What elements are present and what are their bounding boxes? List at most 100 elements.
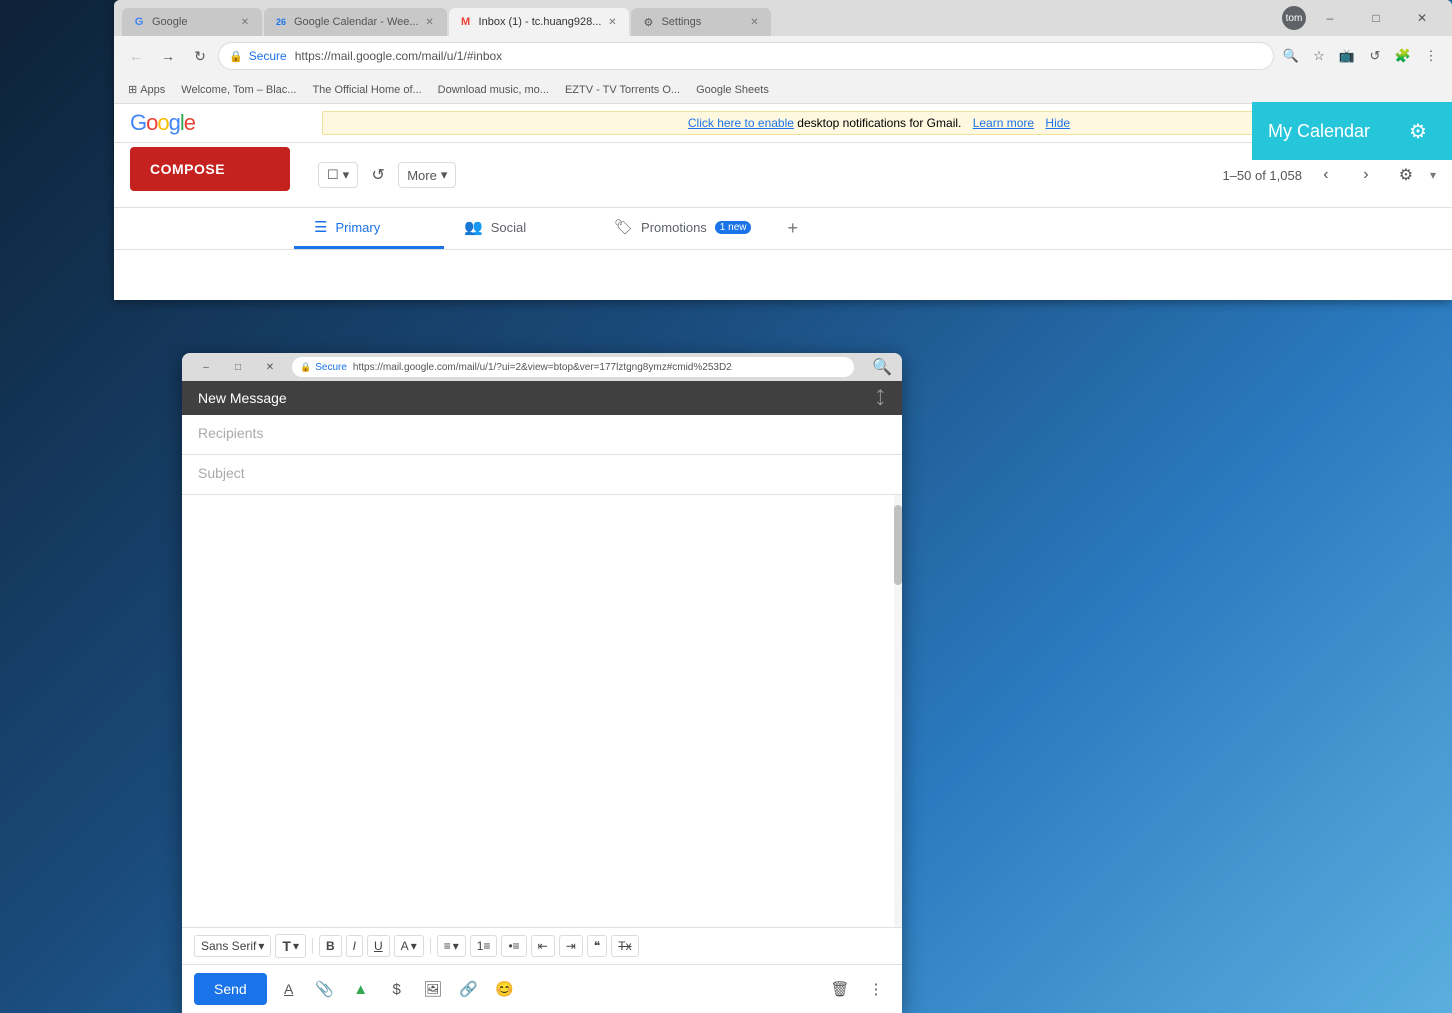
social-tab-label: Social — [491, 220, 526, 235]
email-count: 1–50 of 1,058 — [1222, 168, 1302, 183]
italic-icon: I — [353, 939, 356, 953]
more-options-icon: ⋮ — [869, 980, 884, 998]
bold-button[interactable]: B — [319, 935, 342, 957]
window-close-button[interactable]: ✕ — [1400, 4, 1444, 32]
next-page-button[interactable]: › — [1350, 159, 1382, 191]
forward-button[interactable]: → — [154, 42, 182, 70]
trash-button[interactable]: 🗑 — [826, 975, 854, 1003]
bookmark-download[interactable]: Download music, mo... — [432, 82, 555, 98]
popup-close-button[interactable]: ✕ — [256, 357, 284, 377]
notification-hide-link[interactable]: Hide — [1045, 116, 1070, 130]
settings-dropdown-icon[interactable]: ▾ — [1430, 168, 1436, 182]
bookmark-apps-label: Apps — [140, 84, 165, 96]
logo-g2: g — [169, 110, 180, 135]
money-button[interactable]: $ — [383, 975, 411, 1003]
bookmark-official[interactable]: The Official Home of... — [306, 82, 427, 98]
window-minimize-button[interactable]: – — [1308, 4, 1352, 32]
tab-gmail[interactable]: M Inbox (1) - tc.huang928... ✕ — [449, 8, 630, 36]
tab-google[interactable]: G Google ✕ — [122, 8, 262, 36]
subject-field[interactable]: Subject — [182, 455, 902, 495]
link-icon: 🔗 — [459, 980, 478, 998]
notification-enable-link[interactable]: Click here to enable — [688, 116, 794, 130]
remove-format-icon: Tx — [618, 939, 631, 953]
tab-settings-close[interactable]: ✕ — [747, 15, 761, 29]
format-underline-button[interactable]: A — [275, 975, 303, 1003]
bookmark-apps[interactable]: ⊞ Apps — [122, 81, 171, 98]
drive-button[interactable]: ▲ — [347, 975, 375, 1003]
refresh-button[interactable]: ↺ — [362, 159, 394, 191]
tab-promotions[interactable]: 🏷 Promotions 1 new — [594, 208, 771, 249]
gmail-logo-area: Google — [130, 110, 310, 136]
toolbar-controls: ☐ ▾ ↺ More ▾ — [318, 159, 456, 191]
attach-file-button[interactable]: 📎 — [311, 975, 339, 1003]
popup-secure-icon: 🔒 — [300, 362, 311, 373]
bookmark-welcome[interactable]: Welcome, Tom – Blac... — [175, 82, 302, 98]
bookmark-download-label: Download music, mo... — [438, 84, 549, 96]
compose-scrollbar[interactable] — [894, 495, 902, 927]
indent-less-button[interactable]: ⇤ — [531, 935, 555, 957]
promotions-new-badge: 1 new — [715, 221, 752, 234]
tab-calendar-close[interactable]: ✕ — [423, 15, 437, 29]
photo-button[interactable]: 🖼 — [419, 975, 447, 1003]
send-button[interactable]: Send — [194, 973, 267, 1005]
more-button[interactable]: More ▾ — [398, 162, 456, 188]
address-url: https://mail.google.com/mail/u/1/#inbox — [295, 49, 502, 63]
history-icon[interactable]: ↺ — [1362, 43, 1388, 69]
emoji-button[interactable]: 😊 — [491, 975, 519, 1003]
back-button[interactable]: ← — [122, 42, 150, 70]
tab-settings[interactable]: ⚙ Settings ✕ — [631, 8, 771, 36]
previous-page-button[interactable]: ‹ — [1310, 159, 1342, 191]
numbered-list-button[interactable]: 1≡ — [470, 935, 498, 957]
compose-minimize-button[interactable]: ⤡ — [869, 387, 891, 409]
tab-calendar[interactable]: 26 Google Calendar - Wee... ✕ — [264, 8, 447, 36]
indent-less-icon: ⇤ — [538, 939, 548, 953]
reload-button[interactable]: ↻ — [186, 42, 214, 70]
settings-button[interactable]: ⚙ — [1390, 159, 1422, 191]
font-family-selector[interactable]: Sans Serif ▾ — [194, 935, 271, 957]
remove-format-button[interactable]: Tx — [611, 935, 638, 957]
tab-settings-title: Settings — [661, 16, 743, 28]
blockquote-button[interactable]: ❝ — [587, 935, 607, 957]
calendar-settings-button[interactable]: ⚙ — [1400, 113, 1436, 149]
add-tab-button[interactable]: + — [771, 208, 814, 249]
window-maximize-button[interactable]: □ — [1354, 4, 1398, 32]
popup-maximize-button[interactable]: □ — [224, 357, 252, 377]
bookmark-eztv[interactable]: EZTV - TV Torrents O... — [559, 82, 686, 98]
tab-google-close[interactable]: ✕ — [238, 15, 252, 29]
cast-icon[interactable]: 📺 — [1334, 43, 1360, 69]
text-color-button[interactable]: A ▾ — [394, 935, 424, 957]
tab-primary[interactable]: ☰ Primary — [294, 208, 444, 249]
text-color-icon: A — [401, 939, 409, 953]
extensions-icon[interactable]: 🧩 — [1390, 43, 1416, 69]
more-options-button[interactable]: ⋮ — [862, 975, 890, 1003]
popup-url: https://mail.google.com/mail/u/1/?ui=2&v… — [353, 362, 732, 373]
select-all-button[interactable]: ☐ ▾ — [318, 162, 358, 188]
text-color-dropdown-icon: ▾ — [411, 939, 417, 953]
popup-search-btn[interactable]: 🔍 — [862, 357, 892, 377]
bookmark-star-icon[interactable]: ☆ — [1306, 43, 1332, 69]
address-bar[interactable]: 🔒 Secure https://mail.google.com/mail/u/… — [218, 42, 1274, 70]
underline-button[interactable]: U — [367, 935, 390, 957]
menu-icon[interactable]: ⋮ — [1418, 43, 1444, 69]
bullet-list-button[interactable]: •≡ — [501, 935, 526, 957]
recipients-field[interactable]: Recipients — [182, 415, 902, 455]
numbered-list-icon: 1≡ — [477, 939, 491, 953]
compose-body[interactable] — [182, 495, 902, 927]
notification-learn-more-link[interactable]: Learn more — [973, 116, 1034, 130]
font-size-button[interactable]: T ▾ — [275, 934, 306, 958]
tab-social[interactable]: 👥 Social — [444, 208, 594, 249]
bookmark-sheets[interactable]: Google Sheets — [690, 82, 775, 98]
compose-button[interactable]: COMPOSE — [130, 147, 290, 191]
align-button[interactable]: ≡ ▾ — [437, 935, 466, 957]
compose-actions-toolbar: Send A 📎 ▲ $ 🖼 🔗 😊 🗑 ⋮ — [182, 964, 902, 1013]
align-icon: ≡ — [444, 939, 451, 953]
drive-icon: ▲ — [353, 981, 368, 998]
calendar-tab-icon: 26 — [274, 15, 288, 29]
tab-gmail-close[interactable]: ✕ — [605, 15, 619, 29]
popup-minimize-button[interactable]: – — [192, 357, 220, 377]
link-button[interactable]: 🔗 — [455, 975, 483, 1003]
trash-icon: 🗑 — [830, 980, 849, 998]
italic-button[interactable]: I — [346, 935, 363, 957]
search-icon[interactable]: 🔍 — [1278, 43, 1304, 69]
indent-more-button[interactable]: ⇥ — [559, 935, 583, 957]
